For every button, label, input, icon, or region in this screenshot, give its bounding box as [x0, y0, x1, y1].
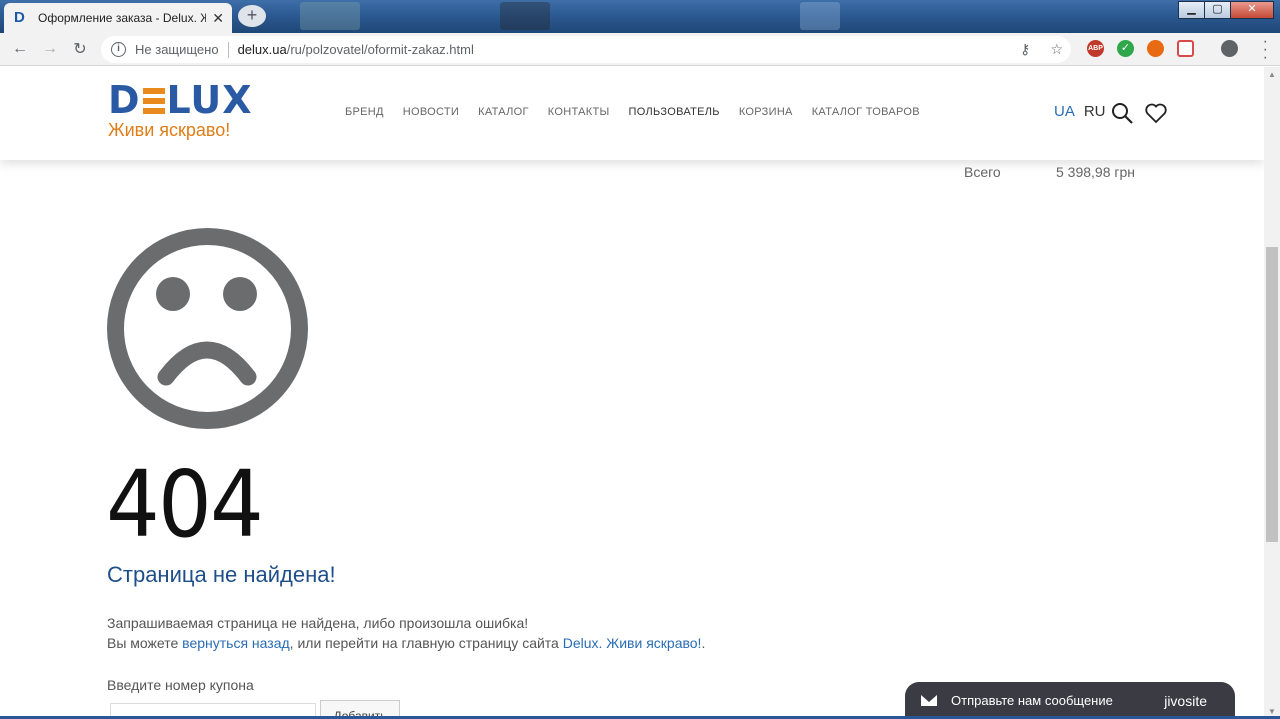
close-tab-icon[interactable]: ✕: [212, 10, 224, 27]
page-scrollbar[interactable]: ▲ ▼: [1264, 67, 1280, 719]
logo-wordmark: D LUX: [108, 78, 253, 122]
home-link[interactable]: Delux. Живи яскраво!: [563, 635, 702, 651]
cart-total-label: Всего: [964, 164, 1001, 180]
language-switcher: UA RU: [1054, 103, 1106, 120]
cart-total-row: Всего 5 398,98 грн: [964, 164, 1135, 180]
nav-brand[interactable]: БРЕНД: [345, 106, 384, 118]
back-button[interactable]: ←: [5, 40, 35, 58]
browser-menu-icon[interactable]: · · ·: [1263, 34, 1268, 66]
error-line-2: Вы можете вернуться назад, или перейти н…: [107, 633, 705, 653]
nav-contacts[interactable]: КОНТАКТЫ: [548, 106, 610, 118]
chat-label: Отправьте нам сообщение: [951, 693, 1113, 708]
fire-icon[interactable]: [1147, 40, 1164, 57]
profile-icon[interactable]: [1221, 40, 1238, 57]
error-line-2-text: .: [701, 635, 706, 651]
nav-user[interactable]: ПОЛЬЗОВАТЕЛЬ: [629, 106, 720, 118]
background-decoration: [300, 2, 360, 30]
coupon-label: Введите номер купона: [107, 677, 254, 693]
background-decoration: [500, 2, 550, 30]
omnibox-actions: ⚷ ☆: [1020, 41, 1063, 58]
url-host: delux.ua: [237, 42, 287, 57]
site-header: D LUX Живи яскраво! БРЕНД НОВОСТИ КАТАЛОГ…: [0, 67, 1264, 160]
envelope-icon: [921, 695, 937, 706]
window-controls: ▁ ▢ ✕: [1178, 1, 1274, 19]
site-logo[interactable]: D LUX Живи яскраво!: [108, 81, 253, 141]
logo-slogan: Живи яскраво!: [108, 120, 231, 140]
security-label: Не защищено: [135, 42, 219, 57]
page-viewport: D LUX Живи яскраво! БРЕНД НОВОСТИ КАТАЛОГ…: [0, 67, 1264, 719]
error-line-1: Запрашиваемая страница не найдена, либо …: [107, 615, 529, 631]
url-path: /ru/polzovatel/oformit-zakaz.html: [286, 42, 474, 57]
error-line-2-text: Вы можете: [107, 635, 183, 651]
close-window-button[interactable]: ✕: [1230, 1, 1274, 19]
minimize-button[interactable]: ▁: [1178, 1, 1205, 19]
address-bar[interactable]: i Не защищено delux.ua /ru/polzovatel/of…: [101, 36, 1071, 63]
check-icon[interactable]: ✓: [1117, 40, 1134, 57]
nav-product-catalog[interactable]: КАТАЛОГ ТОВАРОВ: [812, 106, 920, 118]
browser-tab-strip: D Оформление заказа - Delux. Живи яскрав…: [0, 0, 1280, 33]
chat-widget[interactable]: Отправьте нам сообщение jivosite: [905, 682, 1235, 719]
forward-button[interactable]: →: [35, 40, 65, 58]
sad-face-icon: [107, 228, 308, 429]
maximize-button[interactable]: ▢: [1204, 1, 1231, 19]
site-favicon-icon: D: [14, 9, 25, 26]
error-line-2-text: , или перейти на главную страницу сайта: [289, 635, 563, 651]
new-tab-button[interactable]: +: [238, 5, 266, 27]
nav-catalog[interactable]: КАТАЛОГ: [478, 106, 529, 118]
tab-title: Оформление заказа - Delux. Живи яскраво!: [38, 11, 207, 25]
cart-total-value: 5 398,98 грн: [1056, 164, 1136, 180]
browser-tab[interactable]: D Оформление заказа - Delux. Живи яскрав…: [4, 3, 232, 33]
key-icon[interactable]: ⚷: [1020, 41, 1030, 58]
scrollbar-thumb[interactable]: [1266, 247, 1278, 542]
background-decoration: [800, 2, 840, 30]
error-title: Страница не найдена!: [107, 562, 336, 587]
scroll-down-icon[interactable]: ▼: [1268, 707, 1276, 716]
nav-cart[interactable]: КОРЗИНА: [739, 106, 793, 118]
nav-news[interactable]: НОВОСТИ: [403, 106, 459, 118]
divider: [227, 41, 229, 58]
scroll-up-icon[interactable]: ▲: [1268, 70, 1276, 79]
info-icon[interactable]: i: [111, 42, 126, 57]
chat-brand: jivosite: [1164, 692, 1207, 709]
header-icons: [1110, 101, 1168, 125]
reload-button[interactable]: ↻: [65, 39, 95, 59]
heart-icon[interactable]: [1144, 101, 1168, 125]
lang-ua[interactable]: UA: [1054, 103, 1075, 120]
logo-e-mark: [142, 87, 165, 115]
lang-ru[interactable]: RU: [1084, 103, 1106, 120]
go-back-link[interactable]: вернуться назад: [182, 635, 290, 651]
error-code: 404: [106, 451, 264, 558]
main-nav: БРЕНД НОВОСТИ КАТАЛОГ КОНТАКТЫ ПОЛЬЗОВАТ…: [345, 106, 920, 118]
search-icon[interactable]: [1110, 101, 1134, 125]
adblock-icon[interactable]: ABP: [1087, 40, 1104, 57]
bookmark-star-icon[interactable]: ☆: [1050, 41, 1063, 58]
pocket-icon[interactable]: [1177, 40, 1194, 57]
error-description: Запрашиваемая страница не найдена, либо …: [107, 613, 705, 653]
